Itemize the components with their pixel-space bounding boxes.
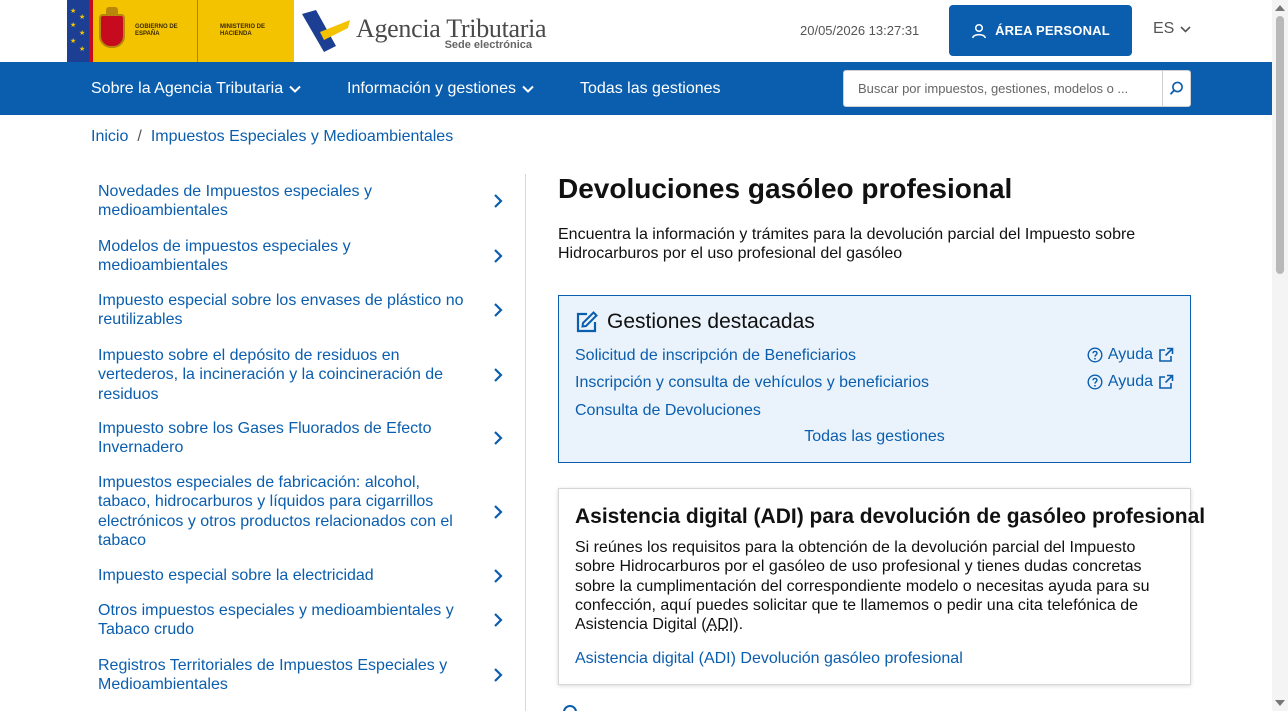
partial-circle-icon — [563, 705, 577, 711]
chevron-right-icon — [494, 613, 503, 628]
sidebar-item-modelos[interactable]: Modelos de impuestos especiales y medioa… — [98, 237, 518, 276]
user-icon — [972, 23, 987, 38]
featured-heading-label: Gestiones destacadas — [607, 310, 815, 333]
sidebar-item-label: Otros impuestos especiales y medioambien… — [98, 602, 454, 639]
external-link-icon — [1159, 374, 1174, 389]
adi-text-end: ). — [733, 616, 744, 634]
site-subtitle: Sede electrónica — [444, 39, 532, 51]
sidebar-item-otros-impuestos[interactable]: Otros impuestos especiales y medioambien… — [98, 601, 518, 640]
coat-of-arms-icon — [93, 0, 131, 62]
sidebar-item-label: Impuesto sobre el depósito de residuos e… — [98, 347, 444, 403]
sidebar-item-novedades[interactable]: Novedades de Impuestos especiales y medi… — [98, 182, 518, 221]
adi-assistance-link[interactable]: Asistencia digital (ADI) Devolución gasó… — [575, 650, 963, 668]
edit-icon — [576, 311, 598, 333]
gov-label: Gobierno de España — [135, 24, 178, 37]
adi-card-title: Asistencia digital (ADI) para devolución… — [575, 505, 1206, 528]
chevron-right-icon — [494, 194, 503, 209]
chevron-right-icon — [494, 249, 503, 264]
language-label: ES — [1153, 20, 1175, 37]
main-navbar: Sobre la Agencia Tributaria Información … — [0, 62, 1272, 115]
chevron-right-icon — [494, 668, 503, 683]
sidebar-item-label: Impuestos especiales de fabricación: alc… — [98, 474, 453, 549]
search-button[interactable] — [1162, 70, 1191, 107]
sidebar-item-label: Registros Territoriales de Impuestos Esp… — [98, 657, 448, 694]
sidebar-item-gases-fluorados[interactable]: Impuesto sobre los Gases Fluorados de Ef… — [98, 419, 518, 458]
chevron-right-icon — [494, 568, 503, 583]
top-header: ★ ★ ★ ★ ★ ★ Gobierno de España Ministeri… — [0, 0, 1288, 62]
chevron-down-icon — [1180, 25, 1191, 33]
page-intro: Encuentra la información y trámites para… — [558, 226, 1136, 263]
page-title: Devoluciones gasóleo profesional — [558, 173, 1013, 204]
sidebar-item-label: Impuesto sobre los Gases Fluorados de Ef… — [98, 420, 432, 457]
breadcrumb: Inicio / Impuestos Especiales y Medioamb… — [91, 128, 453, 146]
sidebar-item-label: Modelos de impuestos especiales y medioa… — [98, 238, 351, 275]
breadcrumb-impuestos-especiales[interactable]: Impuestos Especiales y Medioambientales — [151, 128, 453, 146]
chevron-right-icon — [494, 431, 503, 446]
question-circle-icon — [1087, 347, 1103, 363]
chevron-down-icon — [289, 85, 301, 93]
help-label: Ayuda — [1107, 373, 1153, 390]
search-icon — [1169, 81, 1183, 95]
chevron-right-icon — [494, 368, 503, 382]
search-input[interactable] — [843, 70, 1163, 107]
sidebar: Novedades de Impuestos especiales y medi… — [90, 174, 526, 711]
language-selector[interactable]: ES — [1153, 20, 1191, 38]
adi-card-text: Si reúnes los requisitos para la obtenci… — [575, 538, 1175, 634]
page-scrollbar[interactable] — [1272, 0, 1288, 711]
sidebar-item-label: Impuesto especial sobre los envases de p… — [98, 292, 464, 329]
nav-label: Información y gestiones — [347, 79, 516, 97]
sidebar-item-fabricacion[interactable]: Impuestos especiales de fabricación: alc… — [98, 473, 518, 550]
agencia-tributaria-logo[interactable]: Agencia Tributaria Sede electrónica — [302, 8, 547, 54]
sidebar-item-label: Impuesto especial sobre la electricidad — [98, 567, 374, 584]
chevron-right-icon — [494, 504, 503, 519]
breadcrumb-home[interactable]: Inicio — [91, 128, 128, 146]
agencia-logo-icon — [302, 10, 350, 52]
external-link-icon — [1159, 347, 1174, 362]
help-link-vehiculos[interactable]: Ayuda — [1087, 373, 1174, 391]
scroll-down-arrow-icon[interactable] — [1275, 700, 1285, 706]
sidebar-item-registros-territoriales[interactable]: Registros Territoriales de Impuestos Esp… — [98, 656, 518, 695]
chevron-right-icon — [494, 303, 503, 318]
nav-label: Sobre la Agencia Tributaria — [91, 79, 284, 97]
link-consulta-devoluciones[interactable]: Consulta de Devoluciones — [575, 402, 761, 420]
link-solicitud-inscripcion[interactable]: Solicitud de inscripción de Beneficiario… — [575, 347, 856, 365]
adi-abbreviation: ADI — [706, 616, 734, 634]
help-link-solicitud[interactable]: Ayuda — [1087, 346, 1174, 364]
sidebar-item-electricidad[interactable]: Impuesto especial sobre la electricidad — [98, 566, 518, 585]
nav-label: Todas las gestiones — [580, 79, 721, 97]
datetime-display: 20/05/2026 13:27:31 — [800, 23, 920, 38]
help-label: Ayuda — [1107, 346, 1153, 363]
link-inscripcion-vehiculos[interactable]: Inscripción y consulta de vehículos y be… — [575, 374, 929, 392]
question-circle-icon — [1087, 374, 1103, 390]
government-logo[interactable]: ★ ★ ★ ★ ★ ★ Gobierno de España Ministeri… — [67, 0, 294, 62]
breadcrumb-separator: / — [137, 128, 142, 145]
scrollbar-thumb[interactable] — [1276, 16, 1284, 274]
nav-informacion-gestiones[interactable]: Información y gestiones — [347, 62, 534, 115]
nav-sobre-agencia[interactable]: Sobre la Agencia Tributaria — [91, 62, 301, 115]
featured-procedures-box: Gestiones destacadas Solicitud de inscri… — [558, 295, 1191, 463]
adi-card: Asistencia digital (ADI) para devolución… — [558, 488, 1205, 685]
personal-area-button[interactable]: ÁREA PERSONAL — [949, 5, 1132, 56]
personal-area-label: ÁREA PERSONAL — [995, 23, 1110, 38]
featured-procedures-heading: Gestiones destacadas — [575, 310, 815, 334]
ministry-label: Ministerio de Hacienda — [197, 0, 267, 62]
sidebar-item-envases-plastico[interactable]: Impuesto especial sobre los envases de p… — [98, 291, 518, 330]
eu-flag-icon: ★ ★ ★ ★ ★ ★ — [67, 0, 89, 62]
scroll-up-arrow-icon[interactable] — [1275, 5, 1285, 11]
adi-text-body: Si reúnes los requisitos para la obtenci… — [575, 539, 1150, 634]
sidebar-item-label: Novedades de Impuestos especiales y medi… — [98, 183, 372, 220]
link-todas-gestiones[interactable]: Todas las gestiones — [559, 428, 1190, 446]
chevron-down-icon — [522, 85, 534, 93]
nav-todas-gestiones[interactable]: Todas las gestiones — [580, 62, 721, 115]
sidebar-item-residuos[interactable]: Impuesto sobre el depósito de residuos e… — [98, 346, 518, 404]
